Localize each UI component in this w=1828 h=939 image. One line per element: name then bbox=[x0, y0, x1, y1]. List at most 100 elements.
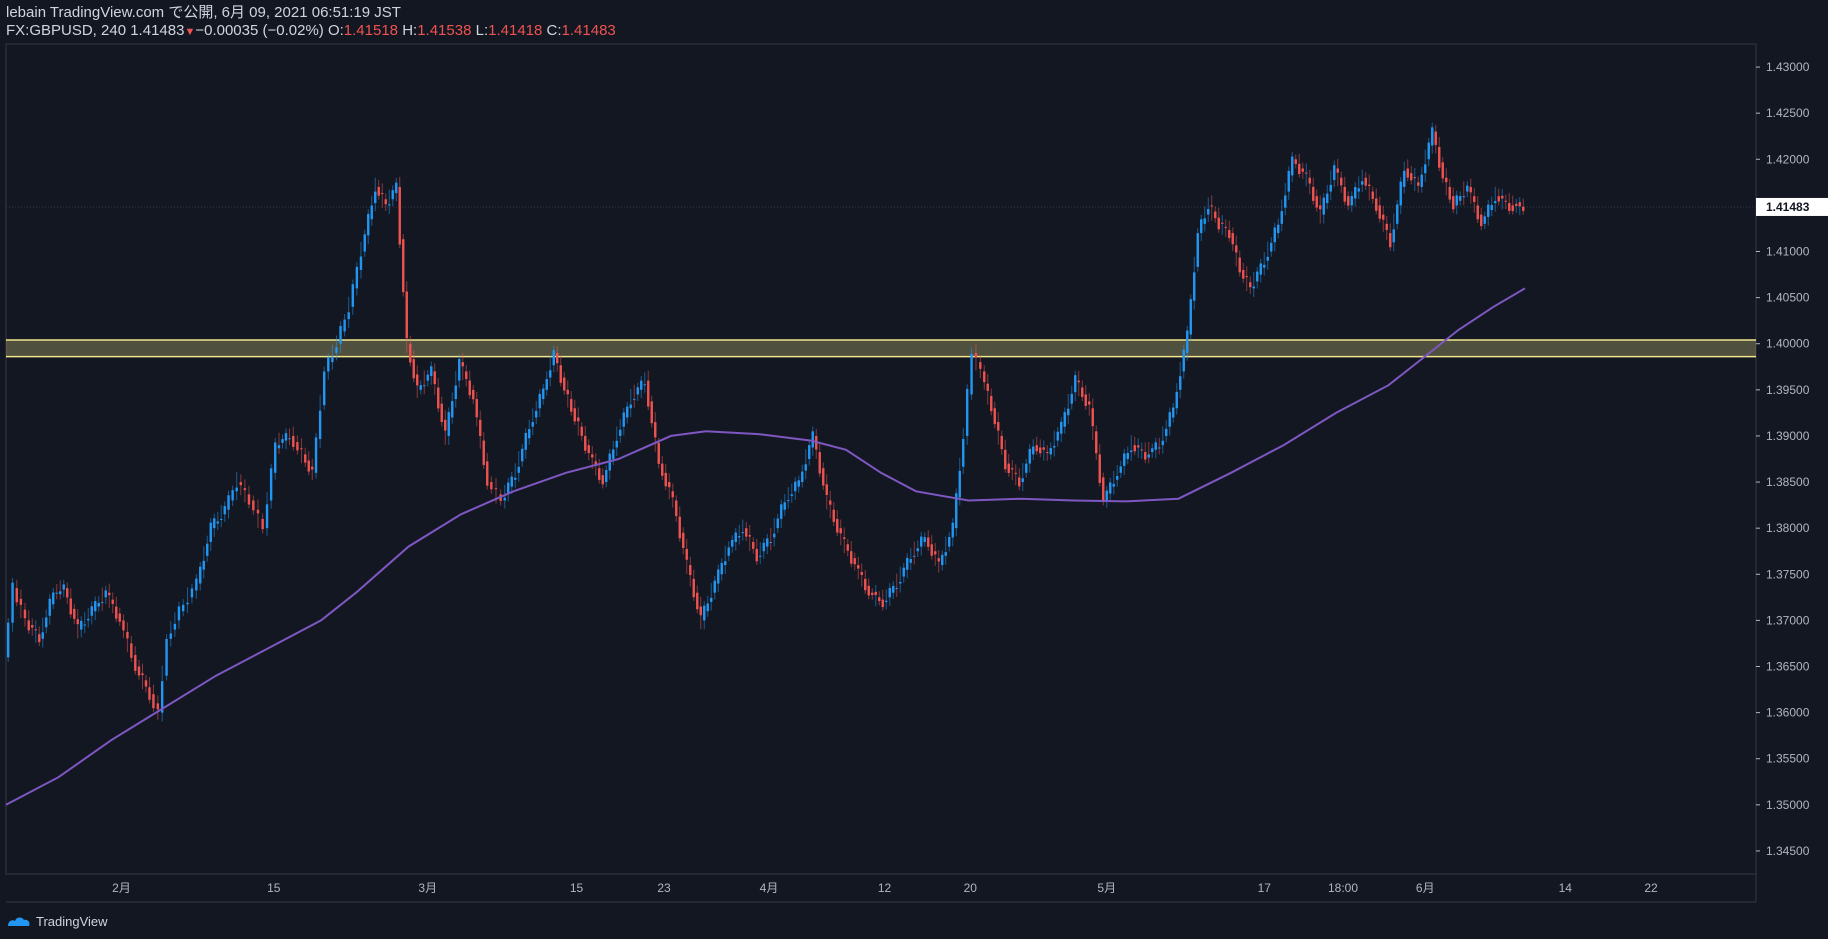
candle-body bbox=[227, 495, 230, 510]
candle-body bbox=[1014, 472, 1017, 474]
time-tick-label: 15 bbox=[267, 881, 281, 895]
candle-body bbox=[874, 591, 877, 596]
candle-body bbox=[930, 544, 933, 556]
candle-body bbox=[327, 357, 330, 372]
price-tick-label: 1.42500 bbox=[1766, 106, 1810, 120]
candle-body bbox=[1287, 170, 1290, 192]
candle-body bbox=[1053, 445, 1056, 448]
time-tick-label: 23 bbox=[657, 881, 671, 895]
price-tick-label: 1.37500 bbox=[1766, 567, 1810, 581]
time-tick-label: 14 bbox=[1559, 881, 1573, 895]
candle-body bbox=[1410, 173, 1413, 181]
candle-body bbox=[944, 552, 947, 556]
candle-body bbox=[860, 571, 863, 576]
candle-body bbox=[934, 551, 937, 555]
candle-body bbox=[825, 484, 828, 495]
candle-body bbox=[1039, 447, 1042, 454]
candle-body bbox=[1000, 435, 1003, 450]
candle-body bbox=[538, 393, 541, 409]
candle-body bbox=[1140, 449, 1143, 451]
candle-body bbox=[231, 490, 234, 501]
candle-body bbox=[979, 362, 982, 369]
candle-body bbox=[1487, 204, 1490, 217]
time-tick-label: 15 bbox=[570, 881, 584, 895]
candle-body bbox=[1375, 198, 1378, 211]
candle-body bbox=[1382, 214, 1385, 220]
candle-body bbox=[1105, 490, 1108, 501]
candle-body bbox=[1067, 408, 1070, 416]
candle-body bbox=[678, 516, 681, 539]
candle-body bbox=[1389, 233, 1392, 248]
candle-body bbox=[1445, 177, 1448, 183]
candle-body bbox=[881, 599, 884, 608]
candle-body bbox=[766, 538, 769, 547]
candle-body bbox=[1182, 349, 1185, 372]
candle-body bbox=[675, 500, 678, 517]
candle-body bbox=[169, 633, 172, 639]
candle-body bbox=[811, 431, 814, 448]
candle-body bbox=[199, 566, 202, 584]
candle-body bbox=[209, 522, 212, 542]
candle-body bbox=[355, 266, 359, 289]
candle-body bbox=[202, 560, 205, 570]
candle-body bbox=[682, 532, 685, 549]
candle-body bbox=[1119, 466, 1122, 473]
candle-body bbox=[206, 543, 209, 556]
candle-body bbox=[1434, 131, 1437, 145]
candle-body bbox=[447, 412, 450, 436]
candle-body bbox=[1252, 286, 1255, 289]
candle-body bbox=[626, 406, 629, 418]
candle-body bbox=[94, 601, 97, 612]
candle-body bbox=[1347, 196, 1350, 206]
candle-body bbox=[1137, 445, 1140, 448]
price-tick-label: 1.36500 bbox=[1766, 660, 1810, 674]
price-tick-label: 1.42000 bbox=[1766, 152, 1810, 166]
price-tick-label: 1.37000 bbox=[1766, 613, 1810, 627]
candle-body bbox=[1011, 468, 1014, 470]
candle-body bbox=[1350, 195, 1353, 206]
candle-body bbox=[1336, 168, 1339, 173]
price-tick-label: 1.39000 bbox=[1766, 429, 1810, 443]
candle-body bbox=[507, 482, 510, 494]
candle-body bbox=[479, 419, 482, 437]
candle-body bbox=[1235, 245, 1238, 253]
candle-body bbox=[545, 379, 548, 390]
candle-body bbox=[1042, 447, 1045, 450]
candle-body bbox=[948, 537, 951, 547]
candle-body bbox=[836, 518, 839, 533]
candle-body bbox=[220, 518, 223, 520]
candle-body bbox=[1049, 448, 1052, 455]
candle-body bbox=[629, 404, 632, 409]
candle-body bbox=[173, 623, 177, 630]
price-chart[interactable]: 1.430001.425001.420001.415001.410001.405… bbox=[0, 0, 1828, 939]
candle-body bbox=[55, 592, 58, 594]
price-tick-label: 1.40000 bbox=[1766, 337, 1810, 351]
candle-body bbox=[1508, 203, 1511, 211]
candle-body bbox=[409, 343, 412, 363]
candle-body bbox=[843, 537, 846, 539]
price-tick-label: 1.36000 bbox=[1766, 706, 1810, 720]
candle-body bbox=[710, 597, 713, 602]
time-tick-label: 6月 bbox=[1416, 881, 1435, 895]
candle-body bbox=[304, 454, 307, 463]
candle-body bbox=[1263, 264, 1266, 268]
candle-body bbox=[1399, 181, 1402, 206]
candle-body bbox=[1466, 185, 1469, 192]
candle-body bbox=[986, 383, 989, 391]
candle-body bbox=[892, 585, 895, 593]
candle-body bbox=[339, 325, 342, 344]
candle-body bbox=[902, 567, 905, 577]
candle-body bbox=[384, 199, 387, 205]
candle-body bbox=[423, 385, 426, 387]
candle-body bbox=[577, 417, 580, 422]
candle-body bbox=[1417, 182, 1420, 186]
candle-body bbox=[1070, 393, 1073, 404]
candle-body bbox=[1259, 263, 1262, 275]
last-price-axis-label: 1.41483 bbox=[1766, 200, 1810, 214]
candle-body bbox=[186, 602, 189, 605]
candle-body bbox=[165, 638, 168, 676]
candle-body bbox=[363, 234, 366, 252]
candle-body bbox=[965, 388, 969, 436]
time-tick-label: 3月 bbox=[418, 881, 437, 895]
candle-body bbox=[916, 548, 919, 552]
